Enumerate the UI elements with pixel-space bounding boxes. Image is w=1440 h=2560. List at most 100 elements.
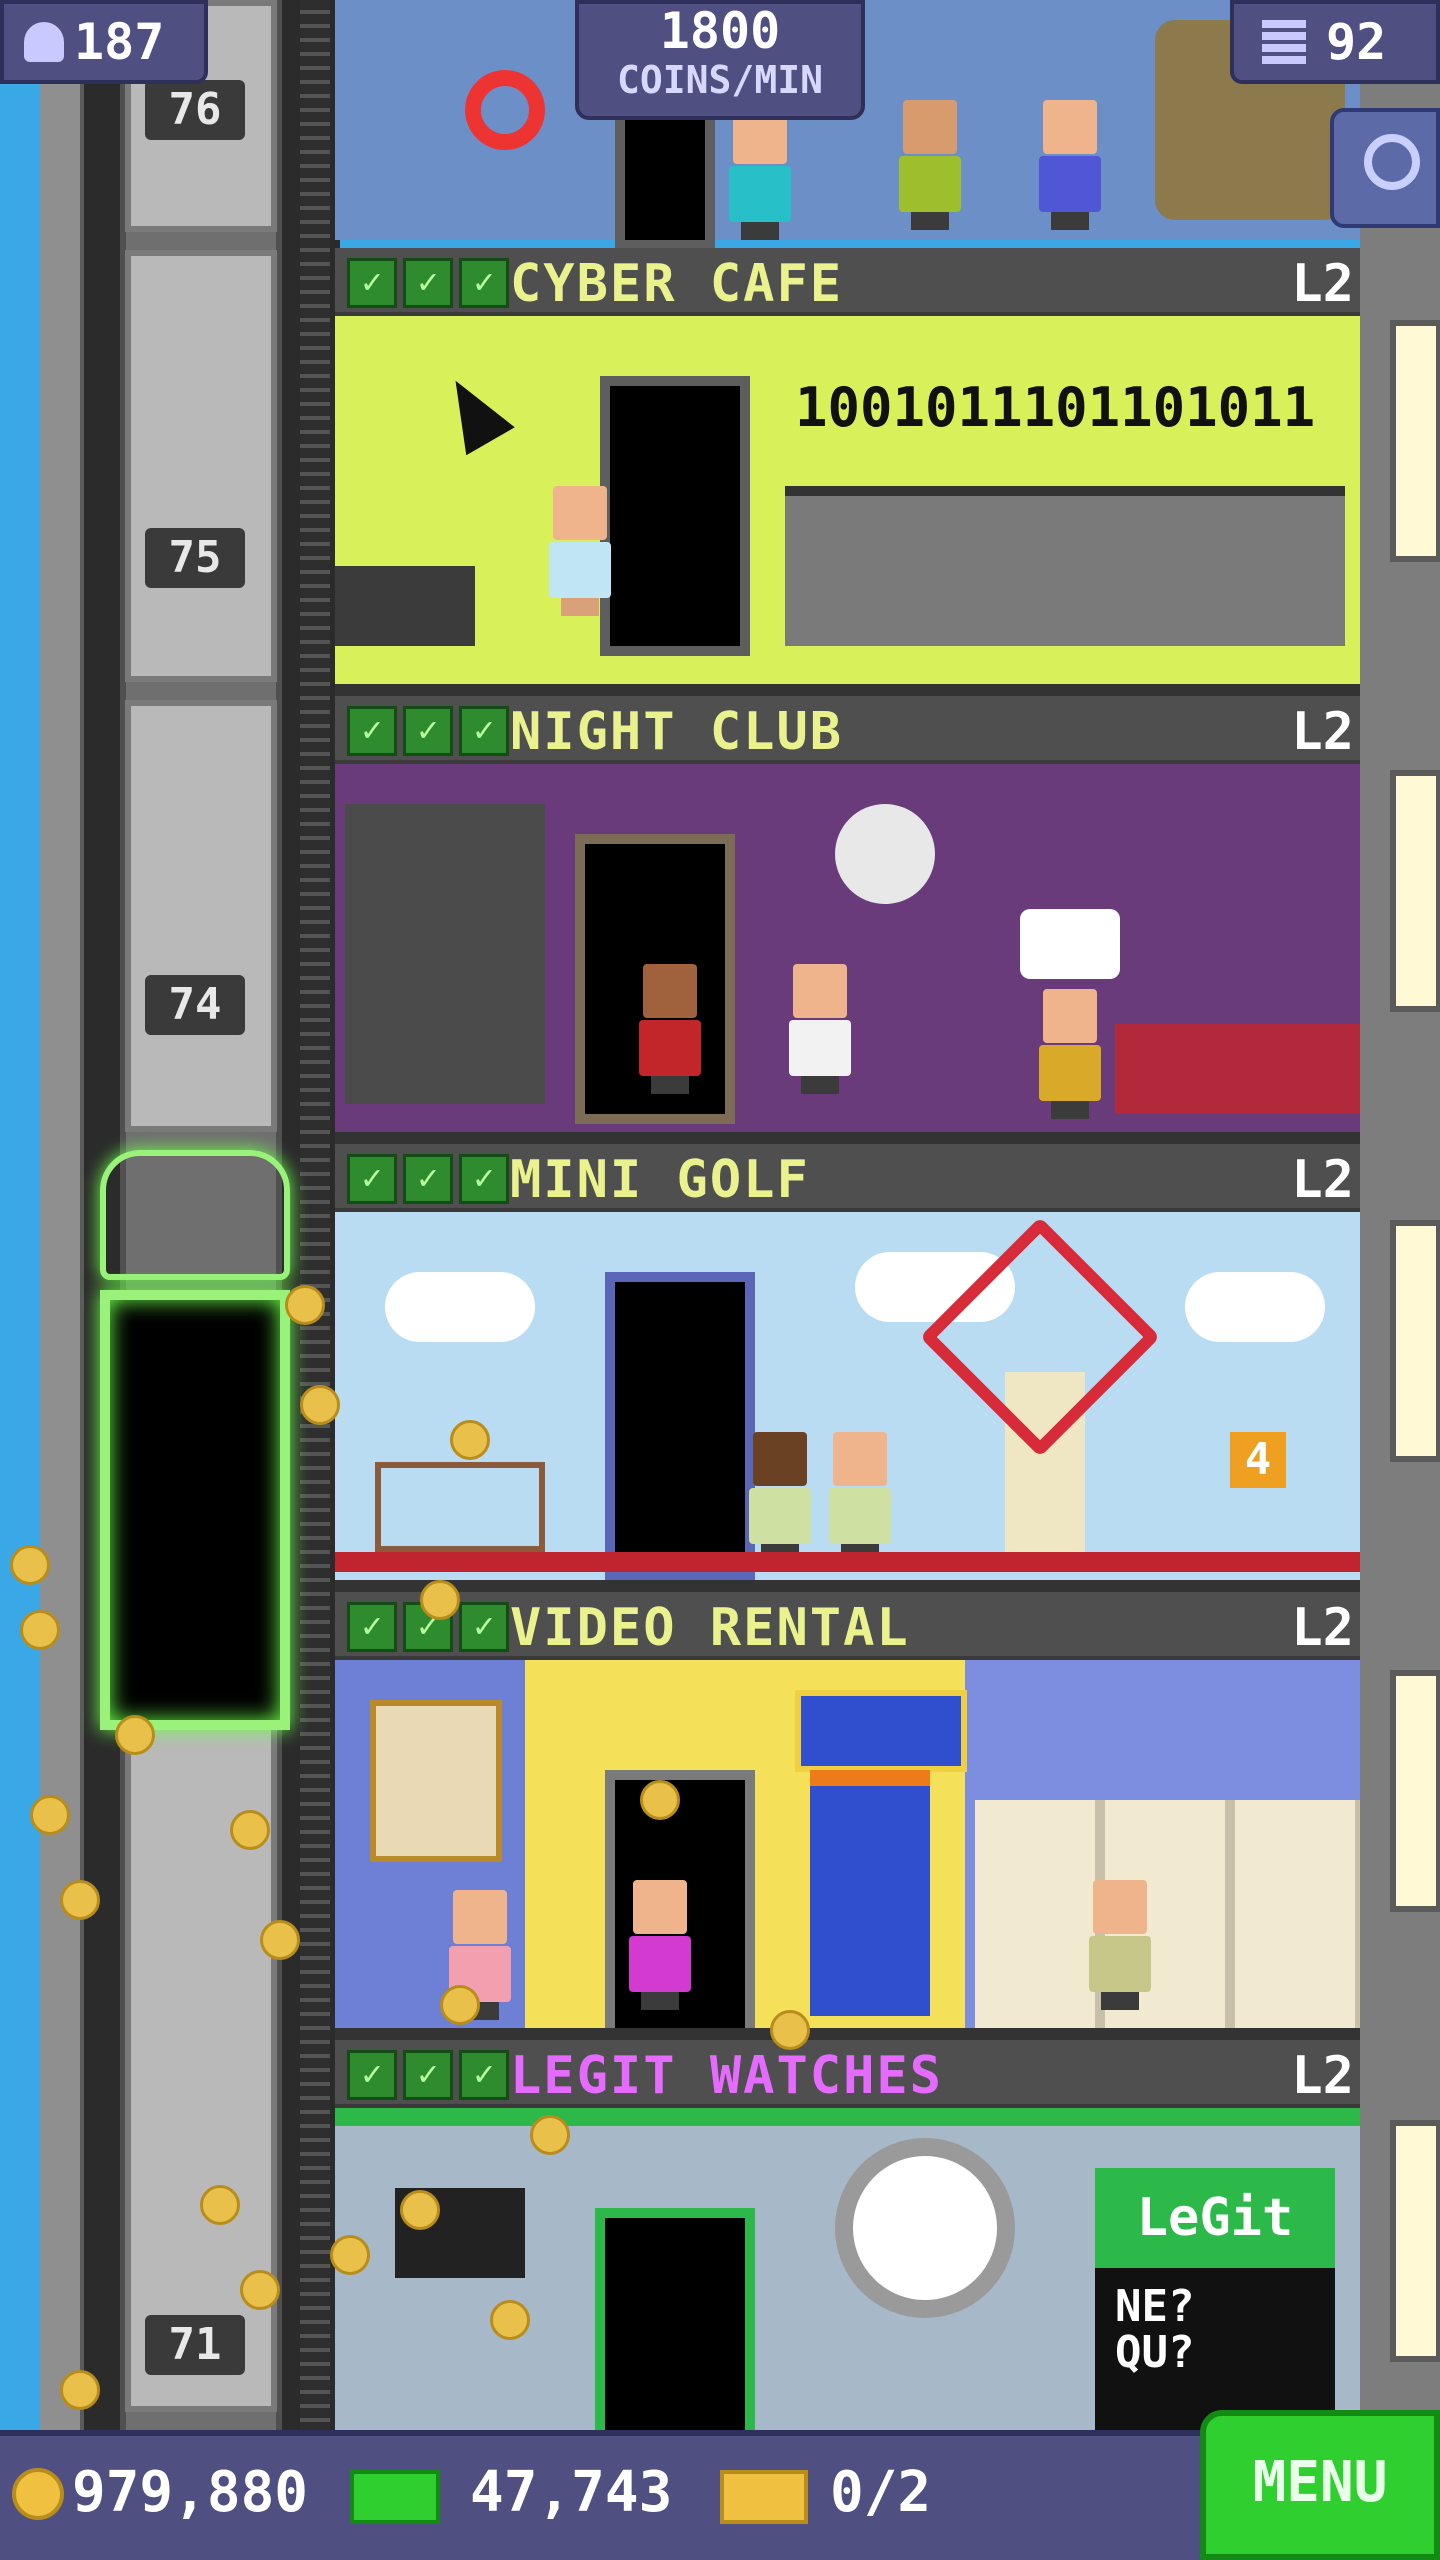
club-rack bbox=[375, 1462, 545, 1552]
checkmark-icon: ✓ bbox=[347, 1602, 397, 1652]
floor-level: L2 bbox=[1291, 702, 1354, 762]
ticket-icon bbox=[720, 2470, 808, 2524]
coin-particle bbox=[30, 1795, 70, 1835]
clock-icon bbox=[835, 2138, 1015, 2318]
floor-door bbox=[615, 110, 715, 250]
poster bbox=[370, 1700, 502, 1862]
lifebuoy-icon bbox=[465, 70, 545, 150]
bar-shelves bbox=[345, 804, 545, 1104]
coin-particle bbox=[285, 1285, 325, 1325]
window bbox=[1390, 1220, 1440, 1462]
coin-particle bbox=[20, 1610, 60, 1650]
resident[interactable] bbox=[1035, 989, 1105, 1119]
resident[interactable] bbox=[725, 110, 795, 240]
checkmark-icon: ✓ bbox=[459, 1154, 509, 1204]
legit-sign-subtext: NE? QU? bbox=[1115, 2281, 1195, 2378]
floor-night-club[interactable]: ✓ ✓ ✓ NIGHT CLUB L2 bbox=[335, 696, 1360, 1144]
resident[interactable] bbox=[1035, 100, 1105, 230]
floor-door bbox=[600, 376, 750, 656]
velvet-seating bbox=[1115, 1024, 1360, 1114]
cloud-decoration bbox=[385, 1272, 535, 1342]
floor-legit-watches[interactable]: ✓ ✓ ✓ LEGIT WATCHES L2 LeGit NE? QU? bbox=[335, 2040, 1360, 2430]
coin-particle bbox=[450, 1420, 490, 1460]
resident[interactable] bbox=[1085, 1880, 1155, 2010]
video-shelves bbox=[975, 1800, 1360, 2030]
floor-number: 74 bbox=[145, 975, 245, 1035]
resident[interactable] bbox=[785, 964, 855, 1094]
resident[interactable] bbox=[745, 1432, 815, 1562]
coin-icon bbox=[12, 2468, 64, 2520]
coin-particle bbox=[60, 2370, 100, 2410]
tickets-value: 0/2 bbox=[830, 2460, 932, 2525]
resident[interactable] bbox=[635, 964, 705, 1094]
coins-value: 979,880 bbox=[72, 2460, 309, 2525]
cursor-icon bbox=[431, 366, 515, 456]
coins-per-min-value: 1800 bbox=[659, 2, 781, 60]
elevator-door bbox=[125, 250, 277, 682]
elevator-ornament bbox=[100, 1150, 290, 1280]
resident[interactable] bbox=[895, 100, 965, 230]
coin-particle bbox=[770, 2010, 810, 2050]
legit-sign: LeGit NE? QU? bbox=[1095, 2168, 1335, 2430]
resident[interactable] bbox=[545, 486, 615, 616]
population-icon bbox=[24, 22, 64, 62]
elevator-cab bbox=[100, 1290, 290, 1730]
coins-per-min-display: 1800 COINS/MIN bbox=[575, 0, 865, 120]
coin-particle bbox=[490, 2300, 530, 2340]
coin-particle bbox=[230, 1810, 270, 1850]
tower-right-wall bbox=[1360, 0, 1440, 2430]
coin-particle bbox=[420, 1580, 460, 1620]
floor-level: L2 bbox=[1291, 2046, 1354, 2106]
computer-desk bbox=[785, 486, 1345, 646]
checkmark-icon: ✓ bbox=[403, 258, 453, 308]
floor-count-button[interactable]: 92 bbox=[1230, 0, 1440, 84]
ticket-sign bbox=[795, 1690, 967, 1772]
shaft-rail bbox=[40, 0, 84, 2430]
floor-level: L2 bbox=[1291, 1150, 1354, 1210]
stock-checks: ✓ ✓ ✓ bbox=[347, 706, 509, 756]
stock-checks: ✓ ✓ ✓ bbox=[347, 2050, 509, 2100]
floor-header: ✓ ✓ ✓ NIGHT CLUB L2 bbox=[335, 696, 1360, 764]
coin-particle bbox=[10, 1545, 50, 1585]
floor-slab bbox=[335, 1580, 1360, 1592]
floor-header: ✓ ✓ ✓ CYBER CAFE L2 bbox=[335, 248, 1360, 316]
resident[interactable] bbox=[625, 1880, 695, 2010]
search-button[interactable] bbox=[1330, 108, 1440, 228]
checkmark-icon: ✓ bbox=[459, 1602, 509, 1652]
checkmark-icon: ✓ bbox=[347, 258, 397, 308]
floor-level: L2 bbox=[1291, 254, 1354, 314]
arcade-machine bbox=[810, 1770, 930, 2016]
coin-particle bbox=[115, 1715, 155, 1755]
coin-particle bbox=[300, 1385, 340, 1425]
resident[interactable] bbox=[825, 1432, 895, 1562]
coin-particle bbox=[530, 2115, 570, 2155]
coin-particle bbox=[400, 2190, 440, 2230]
floor-name: LEGIT WATCHES bbox=[510, 2046, 943, 2106]
coin-particle bbox=[60, 1880, 100, 1920]
disco-ball-icon bbox=[835, 804, 935, 904]
room-interior: 1001011101101011 bbox=[335, 316, 1360, 688]
floor-header: ✓ ✓ ✓ VIDEO RENTAL L2 bbox=[335, 1592, 1360, 1660]
window bbox=[1390, 1670, 1440, 1912]
floor-slab bbox=[335, 684, 1360, 696]
menu-button[interactable]: MENU bbox=[1200, 2410, 1440, 2560]
elevator-car[interactable] bbox=[90, 1150, 300, 1730]
wall-trim-green bbox=[335, 2108, 1360, 2126]
population-counter[interactable]: 187 bbox=[0, 0, 208, 84]
stock-checks: ✓ ✓ ✓ bbox=[347, 1154, 509, 1204]
sky-background bbox=[0, 0, 40, 2430]
coin-particle bbox=[260, 1920, 300, 1960]
coin-particle bbox=[240, 2270, 280, 2310]
floor-video-rental[interactable]: ✓ ✓ ✓ VIDEO RENTAL L2 bbox=[335, 1592, 1360, 2040]
population-value: 187 bbox=[74, 13, 165, 71]
floor-header: ✓ ✓ ✓ LEGIT WATCHES L2 bbox=[335, 2040, 1360, 2108]
floor-number: 76 bbox=[145, 80, 245, 140]
floor-cyber-cafe[interactable]: ✓ ✓ ✓ CYBER CAFE L2 1001011101101011 bbox=[335, 248, 1360, 696]
bux-value: 47,743 bbox=[470, 2460, 673, 2525]
checkmark-icon: ✓ bbox=[459, 2050, 509, 2100]
floor-header: ✓ ✓ ✓ MINI GOLF L2 bbox=[335, 1144, 1360, 1212]
floor-count-value: 92 bbox=[1326, 13, 1387, 71]
floor-mini-golf[interactable]: ✓ ✓ ✓ MINI GOLF L2 4 bbox=[335, 1144, 1360, 1592]
floor-slab bbox=[335, 2028, 1360, 2040]
hole-sign: 4 bbox=[1230, 1432, 1286, 1488]
